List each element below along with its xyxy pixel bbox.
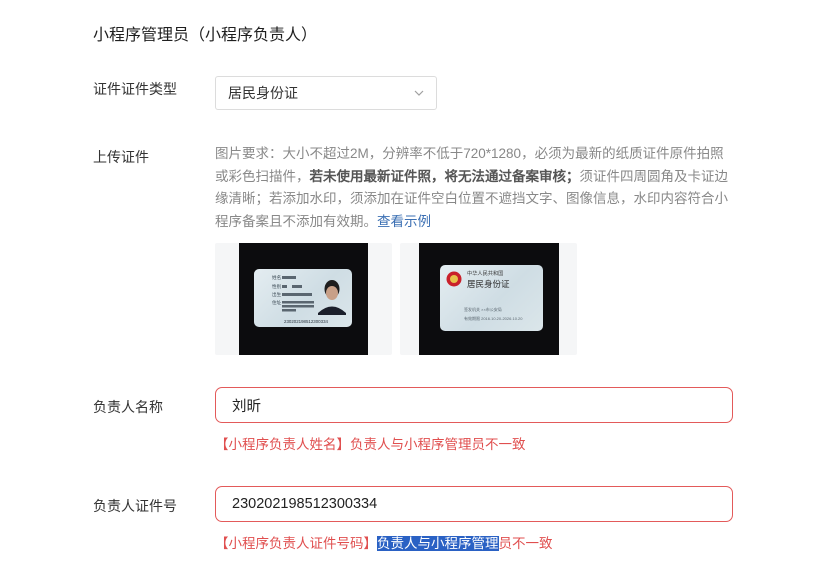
sample-back: 中华人民共和国 居民身份证 签发机关 ××市公安局 有效期限 2016.10.2… bbox=[400, 243, 577, 355]
person-id-error-selected: 负责人与小程序管理 bbox=[377, 536, 499, 551]
req-text-bold: 若未使用最新证件照，将无法通过备案审核； bbox=[309, 168, 580, 184]
section-title: 小程序管理员（小程序负责人） bbox=[93, 27, 318, 44]
upload-requirements: 图片要求：大小不超过2M，分辨率不低于720*1280，必须为最新的纸质证件原件… bbox=[215, 143, 737, 233]
person-id-error-prefix: 【小程序负责人证件号码】 bbox=[215, 536, 377, 551]
chevron-down-icon bbox=[414, 90, 424, 96]
sample-front: 姓名 性别 出生 住址 230202198512300334 bbox=[215, 243, 392, 355]
person-id-error-suffix: 员不一致 bbox=[498, 536, 553, 551]
card-front-text: 姓名 性别 出生 住址 230202198512300334 bbox=[272, 274, 346, 324]
svg-text:性别: 性别 bbox=[272, 283, 282, 290]
svg-text:姓名: 姓名 bbox=[272, 274, 281, 281]
person-name-input[interactable]: 刘昕 bbox=[215, 387, 733, 423]
person-id-label: 负责人证件号 bbox=[93, 498, 177, 514]
cert-type-value: 居民身份证 bbox=[228, 85, 298, 101]
svg-text:住址: 住址 bbox=[272, 299, 282, 305]
sample-front-photo: 姓名 性别 出生 住址 230202198512300334 bbox=[239, 243, 368, 355]
card-back-content: 中华人民共和国 居民身份证 签发机关 ××市公安局 有效期限 2016.10.2… bbox=[446, 269, 523, 321]
view-example-link[interactable]: 查看示例 bbox=[377, 214, 431, 229]
person-id-error: 【小程序负责人证件号码】负责人与小程序管理员不一致 bbox=[215, 532, 553, 552]
person-name-label: 负责人名称 bbox=[93, 399, 163, 415]
svg-text:230202198512300334: 230202198512300334 bbox=[284, 319, 329, 324]
svg-text:有效期限 2016.10.20-2026.10.20: 有效期限 2016.10.20-2026.10.20 bbox=[464, 315, 523, 321]
cert-type-select[interactable]: 居民身份证 bbox=[215, 76, 437, 110]
svg-text:居民身份证: 居民身份证 bbox=[467, 279, 510, 289]
sample-back-photo: 中华人民共和国 居民身份证 签发机关 ××市公安局 有效期限 2016.10.2… bbox=[419, 243, 559, 355]
cert-type-label: 证件证件类型 bbox=[93, 81, 177, 97]
person-id-value: 230202198512300334 bbox=[232, 496, 378, 512]
person-name-error: 【小程序负责人姓名】负责人与小程序管理员不一致 bbox=[215, 437, 526, 452]
upload-label: 上传证件 bbox=[93, 149, 149, 165]
person-id-input[interactable]: 230202198512300334 bbox=[215, 486, 733, 522]
id-card-back: 中华人民共和国 居民身份证 签发机关 ××市公安局 有效期限 2016.10.2… bbox=[440, 265, 543, 331]
svg-text:签发机关 ××市公安局: 签发机关 ××市公安局 bbox=[464, 306, 502, 312]
svg-text:出生: 出生 bbox=[272, 291, 282, 298]
person-name-value: 刘昕 bbox=[232, 398, 261, 415]
svg-text:中华人民共和国: 中华人民共和国 bbox=[467, 269, 503, 277]
id-card-front: 姓名 性别 出生 住址 230202198512300334 bbox=[254, 269, 352, 327]
